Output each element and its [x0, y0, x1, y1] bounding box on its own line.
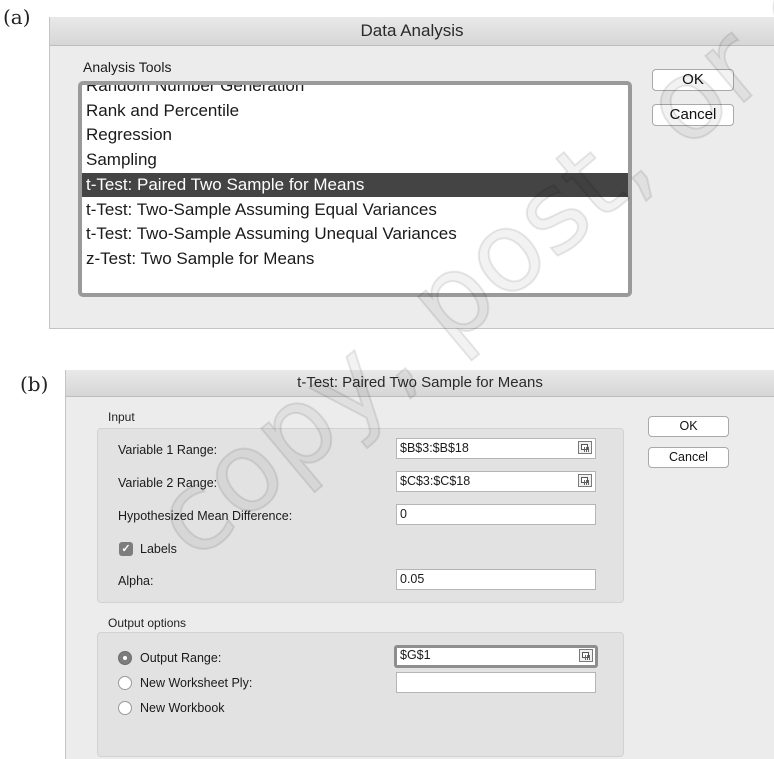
analysis-tools-label: Analysis Tools: [83, 59, 172, 75]
variable-1-range-value: $B$3:$B$18: [400, 441, 469, 455]
hypothesized-mean-difference-value: 0: [400, 507, 407, 521]
output-options-group: Output Range: $G$1 New Worksheet Ply: Ne…: [97, 632, 624, 757]
alpha-value: 0.05: [400, 572, 425, 586]
range-select-icon[interactable]: [579, 649, 593, 662]
labels-checkbox[interactable]: ✓: [119, 542, 133, 556]
t-test-dialog: t-Test: Paired Two Sample for Means Inpu…: [65, 370, 774, 759]
new-worksheet-ply-label: New Worksheet Ply:: [140, 676, 253, 690]
hypothesized-mean-difference-label: Hypothesized Mean Difference:: [118, 509, 293, 523]
variable-1-range-label: Variable 1 Range:: [118, 443, 218, 457]
labels-checkbox-label: Labels: [140, 542, 177, 556]
variable-2-range-value: $C$3:$C$18: [400, 474, 471, 488]
hypothesized-mean-difference-field[interactable]: 0: [396, 504, 596, 525]
cancel-button[interactable]: Cancel: [652, 104, 734, 126]
alpha-label: Alpha:: [118, 574, 154, 588]
variable-2-range-field[interactable]: $C$3:$C$18: [396, 471, 596, 492]
list-item-z-test[interactable]: z-Test: Two Sample for Means: [82, 247, 628, 272]
list-item-t-test-paired[interactable]: t-Test: Paired Two Sample for Means: [82, 172, 628, 198]
cancel-button[interactable]: Cancel: [648, 447, 729, 468]
variable-2-range-label: Variable 2 Range:: [118, 476, 218, 490]
list-item-t-test-equal-variances[interactable]: t-Test: Two-Sample Assuming Equal Varian…: [82, 198, 628, 223]
ok-button[interactable]: OK: [648, 416, 729, 437]
new-workbook-radio[interactable]: [118, 701, 132, 715]
output-range-field[interactable]: $G$1: [394, 645, 598, 668]
output-range-label: Output Range:: [140, 651, 222, 665]
new-workbook-label: New Workbook: [140, 701, 225, 715]
list-item-rank-and-percentile[interactable]: Rank and Percentile: [82, 99, 628, 124]
ok-button[interactable]: OK: [652, 69, 734, 91]
dialog-title: Data Analysis: [50, 17, 774, 46]
list-item-t-test-unequal-variances[interactable]: t-Test: Two-Sample Assuming Unequal Vari…: [82, 222, 628, 247]
list-item-random-number-generation[interactable]: Random Number Generation: [82, 85, 628, 99]
range-select-icon[interactable]: [578, 441, 592, 454]
variable-1-range-field[interactable]: $B$3:$B$18: [396, 438, 596, 459]
range-select-icon[interactable]: [578, 474, 592, 487]
panel-label-b: (b): [20, 372, 49, 396]
data-analysis-dialog: Data Analysis Analysis Tools Random Numb…: [49, 17, 774, 329]
output-options-section-title: Output options: [108, 616, 187, 630]
panel-label-a: (a): [3, 5, 31, 29]
analysis-tools-list[interactable]: Random Number Generation Rank and Percen…: [78, 81, 632, 297]
list-item-sampling[interactable]: Sampling: [82, 148, 628, 173]
dialog-title: t-Test: Paired Two Sample for Means: [66, 370, 774, 397]
new-worksheet-ply-field[interactable]: [396, 672, 596, 693]
list-item-regression[interactable]: Regression: [82, 123, 628, 148]
input-group: Variable 1 Range: $B$3:$B$18 Variable 2 …: [97, 428, 624, 603]
input-section-title: Input: [108, 410, 135, 424]
output-range-radio[interactable]: [118, 651, 132, 665]
alpha-field[interactable]: 0.05: [396, 569, 596, 590]
output-range-value: $G$1: [400, 648, 431, 662]
new-worksheet-ply-radio[interactable]: [118, 676, 132, 690]
